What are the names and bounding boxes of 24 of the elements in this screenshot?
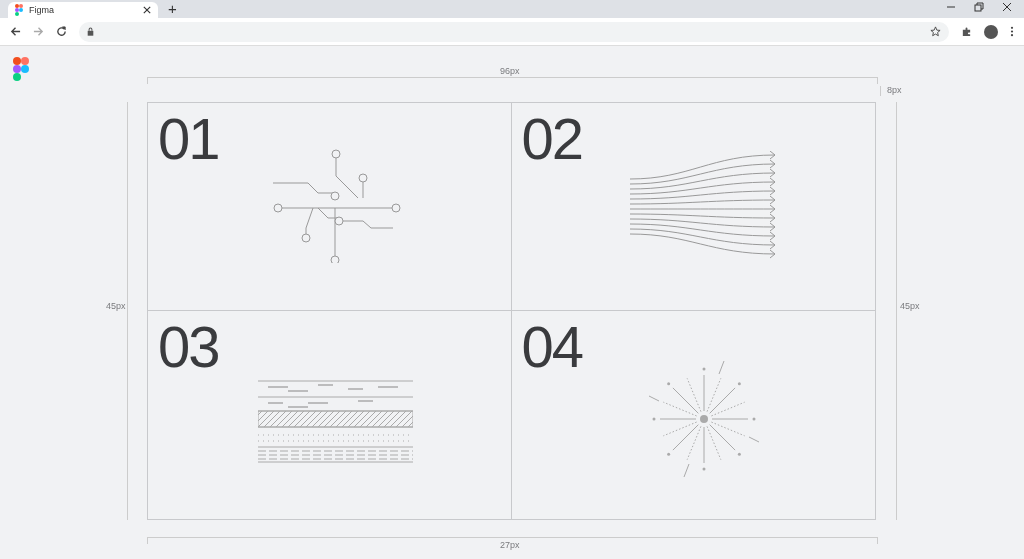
panel-number: 03 [158,313,219,380]
panel-number: 01 [158,105,219,172]
reload-icon[interactable] [56,26,67,37]
back-arrow-icon[interactable] [10,26,21,37]
new-tab-button[interactable]: + [164,0,181,18]
close-icon[interactable] [1002,2,1012,12]
menu-icon[interactable] [1010,26,1014,37]
dimension-label: 45px [106,301,126,311]
profile-avatar[interactable] [984,24,998,39]
dimension-label: 8px [887,85,902,95]
dimension-label: 96px [500,66,520,76]
panel-number: 04 [521,313,582,380]
tab-title: Figma [29,5,55,15]
panel-number: 02 [521,105,582,172]
lock-icon [87,27,94,36]
dimension-label: 27px [500,540,520,550]
figma-logo-icon [15,4,23,16]
browser-tab[interactable]: Figma [8,2,158,18]
restore-icon[interactable] [974,2,984,12]
close-icon[interactable] [143,6,151,14]
dimension-label: 45px [900,301,920,311]
star-icon[interactable] [930,26,941,37]
puzzle-icon[interactable] [961,26,972,37]
figma-logo-icon [13,57,29,81]
